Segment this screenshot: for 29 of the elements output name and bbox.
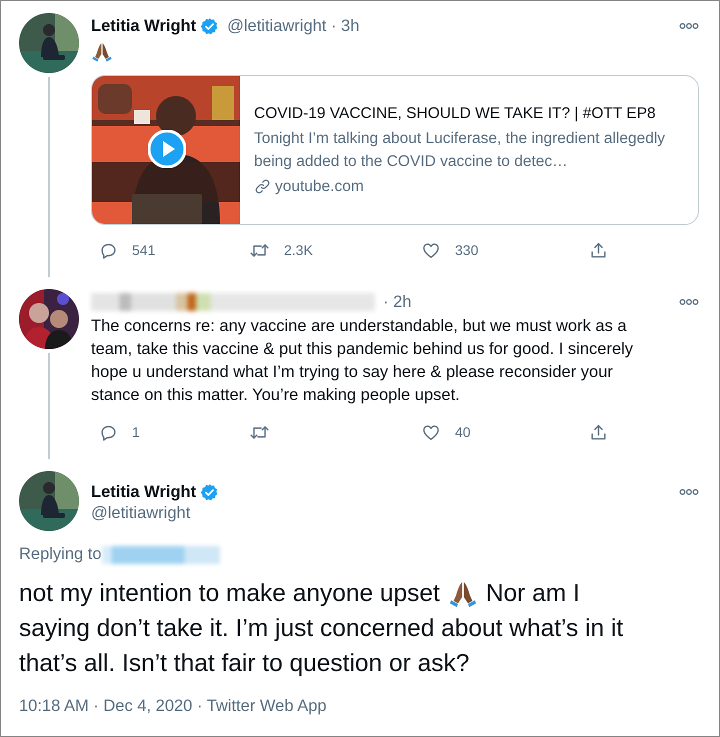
share-icon[interactable] xyxy=(589,422,608,442)
like-count: 40 xyxy=(455,424,471,440)
author-name[interactable]: Letitia Wright xyxy=(91,483,196,502)
tweet-meta: @letitiawright · 3h xyxy=(227,16,360,36)
more-icon[interactable] xyxy=(679,22,699,30)
share-icon[interactable] xyxy=(589,240,608,260)
tweet-meta: · 2h xyxy=(383,292,412,312)
replying-to-label: Replying to xyxy=(19,545,102,564)
link-card[interactable]: COVID-19 VACCINE, SHOULD WE TAKE IT? | #OTT EP8 Tonight I’m talking about Luciferase, the ingredient allegedly being added to the COVID vaccine to detec… youtube.com xyxy=(91,75,699,225)
retweet-count: 2.3K xyxy=(284,242,313,258)
author-handle[interactable]: @letitiawright xyxy=(91,504,220,522)
tweet-timestamp[interactable]: 10:18 AM · Dec 4, 2020 · Twitter Web App xyxy=(19,697,327,715)
card-title: COVID-19 VACCINE, SHOULD WE TAKE IT? | #OTT EP8 xyxy=(254,104,657,124)
tweet-text: saying don’t take it. I’m just concerned about what’s in it that’s all. Isn’t that fair to question or ask? xyxy=(19,614,624,679)
heart-icon[interactable] xyxy=(421,240,441,260)
more-icon[interactable] xyxy=(679,298,699,306)
reply-count: 1 xyxy=(132,424,140,440)
link-icon xyxy=(254,178,271,195)
more-icon[interactable] xyxy=(679,488,699,496)
like-count: 330 xyxy=(455,242,478,258)
tweet-text: not my intention to make anyone upset xyxy=(19,579,440,609)
card-description: Tonight I’m talking about Luciferase, the ingredient allegedly being added to the COVID vaccine to detec… xyxy=(254,129,666,172)
card-domain: youtube.com xyxy=(275,177,364,197)
reply-count: 541 xyxy=(132,242,156,258)
tweet-text: The concerns re: any vaccine are understandable, but we must work as a team, take this vaccine & put this pandemic behind us for good. I sincerely hope u understand what I’m trying to say here & please reconsider your stance on this matter. You’re making people upset. xyxy=(91,316,634,406)
heart-icon[interactable] xyxy=(421,422,441,442)
author-name[interactable]: Letitia Wright xyxy=(91,16,196,36)
tweet-text: Nor am I xyxy=(486,579,580,609)
play-icon[interactable] xyxy=(148,130,186,168)
